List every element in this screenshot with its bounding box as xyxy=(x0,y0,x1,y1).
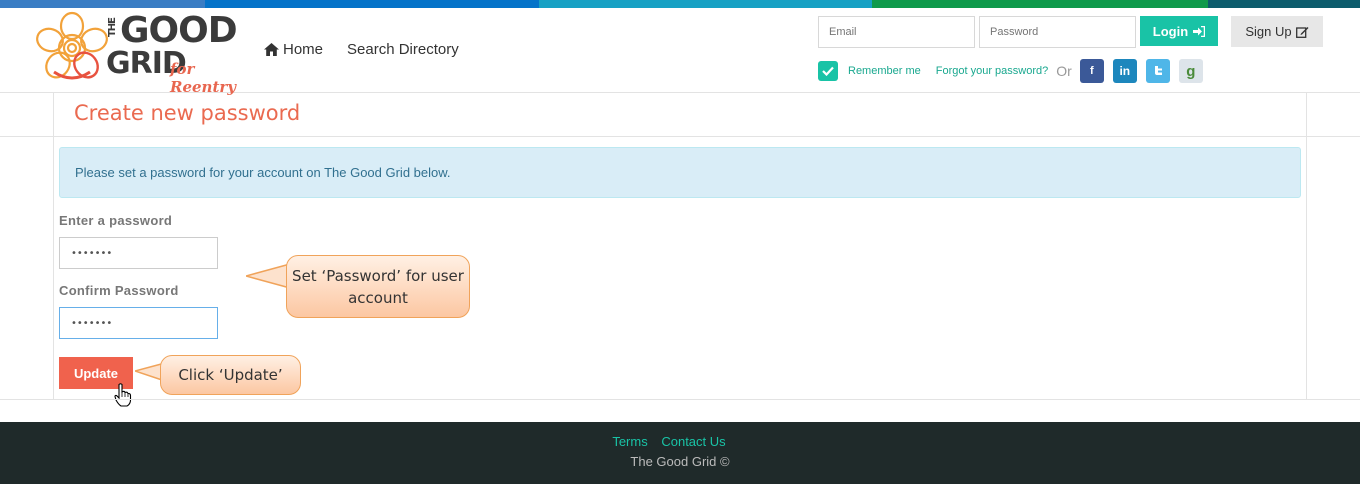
info-alert: Please set a password for your account o… xyxy=(59,147,1301,198)
confirm-password-input[interactable]: ••••••• xyxy=(59,307,218,339)
contact-us-link[interactable]: Contact Us xyxy=(661,434,725,449)
site-header: THE GOOD GRID for Reentry Home Search Di… xyxy=(0,8,1360,96)
nav-search-label: Search Directory xyxy=(347,41,459,58)
home-icon xyxy=(264,43,279,56)
logo-good: GOOD xyxy=(120,10,238,51)
linkedin-icon[interactable]: in xyxy=(1112,59,1137,83)
login-form: Login xyxy=(818,16,1218,48)
footer-links: Terms Contact Us xyxy=(0,434,1338,449)
password-input[interactable] xyxy=(979,16,1136,48)
top-color-strip xyxy=(0,0,1360,8)
facebook-icon[interactable]: f xyxy=(1079,59,1104,83)
main-nav: Home Search Directory xyxy=(264,41,459,58)
edit-icon xyxy=(1295,26,1309,38)
content-right-border xyxy=(1306,93,1307,400)
logo-the: THE xyxy=(107,18,118,38)
sign-up-label: Sign Up xyxy=(1245,24,1292,39)
login-button[interactable]: Login xyxy=(1140,16,1218,46)
content-bottom-border xyxy=(0,399,1360,400)
site-logo[interactable]: THE GOOD GRID for Reentry xyxy=(34,10,254,96)
remember-me-label[interactable]: Remember me xyxy=(848,65,921,77)
email-input[interactable] xyxy=(818,16,975,48)
copyright-text: The Good Grid © xyxy=(630,454,730,469)
check-icon xyxy=(822,66,834,76)
or-label: Or xyxy=(1056,63,1072,79)
nav-home[interactable]: Home xyxy=(264,41,323,58)
google-icon[interactable]: g xyxy=(1178,59,1203,83)
remember-row: Remember me Forgot your password? Or f i… xyxy=(818,59,1212,83)
sign-in-icon xyxy=(1193,25,1206,37)
password-callout: Set ‘Password’ for user account xyxy=(286,255,470,318)
password-label: Enter a password xyxy=(59,213,173,228)
nav-search-directory[interactable]: Search Directory xyxy=(347,41,459,58)
terms-link[interactable]: Terms xyxy=(612,434,647,449)
twitter-bird-glyph xyxy=(1154,66,1162,75)
forgot-password-link[interactable]: Forgot your password? xyxy=(936,65,1049,77)
content-left-border xyxy=(53,93,54,400)
new-password-input[interactable]: ••••••• xyxy=(59,237,218,269)
update-callout: Click ‘Update’ xyxy=(160,355,301,395)
confirm-password-label: Confirm Password xyxy=(59,283,179,298)
twitter-icon[interactable] xyxy=(1145,59,1170,83)
logo-tagline: for Reentry xyxy=(170,60,237,96)
nav-home-label: Home xyxy=(283,41,324,58)
hand-cursor-icon xyxy=(114,383,132,407)
page-title: Create new password xyxy=(74,101,301,125)
sign-up-button[interactable]: Sign Up xyxy=(1231,16,1323,47)
remember-me-checkbox[interactable] xyxy=(818,61,838,81)
login-label: Login xyxy=(1152,23,1189,39)
site-footer: Terms Contact Us The Good Grid © xyxy=(0,422,1360,484)
flower-logo-icon xyxy=(36,11,108,80)
